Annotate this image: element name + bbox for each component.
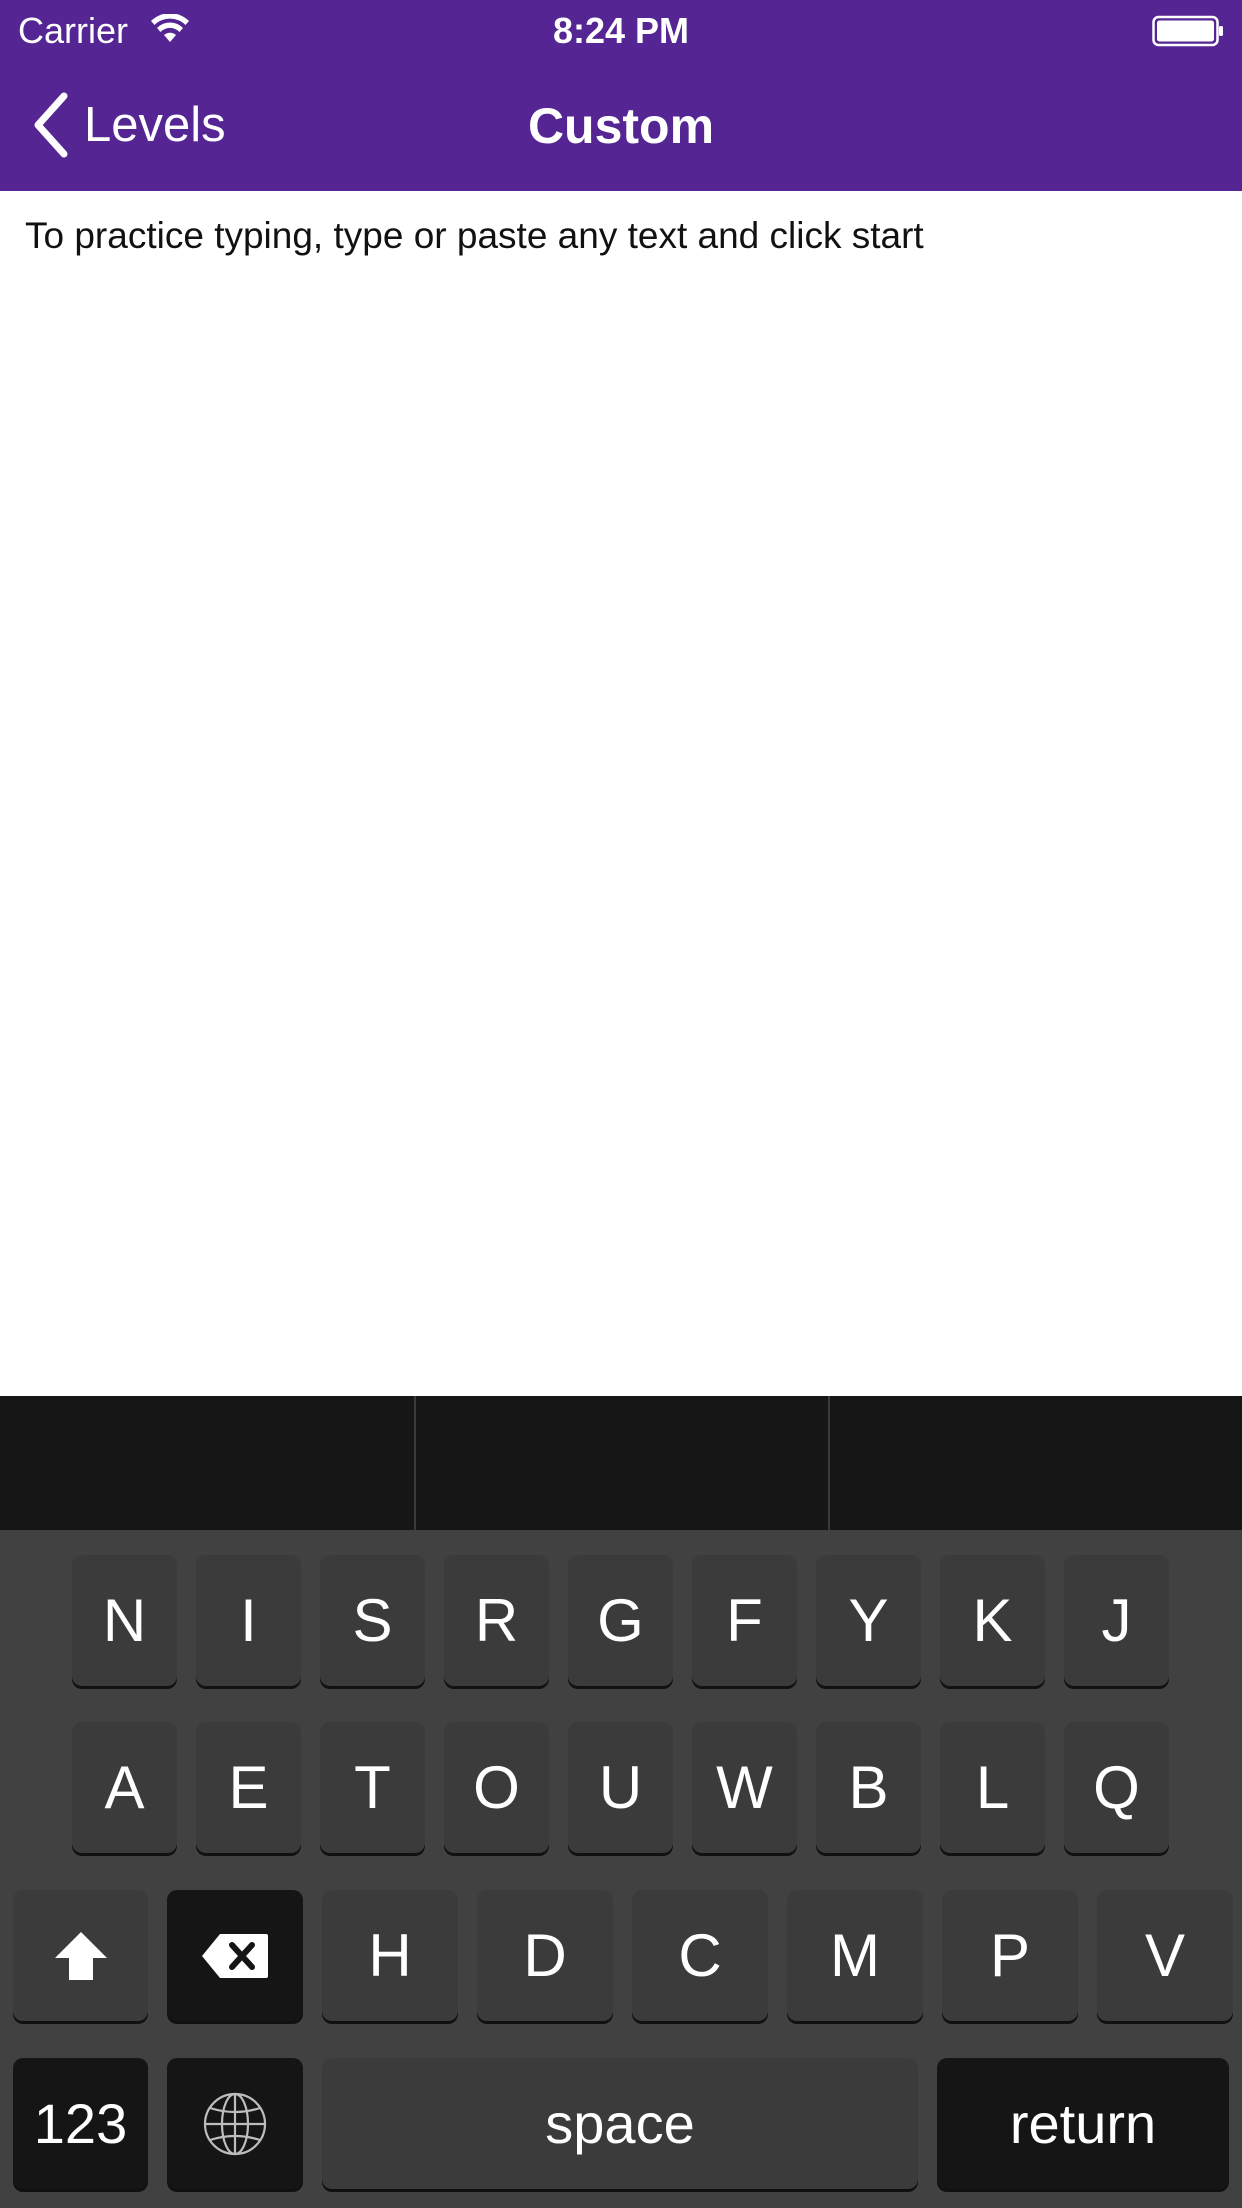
key-y[interactable]: Y xyxy=(816,1555,921,1686)
keyboard: N I S R G F Y K J A E T O U W B L Q H D … xyxy=(0,1396,1242,2208)
key-f[interactable]: F xyxy=(692,1555,797,1686)
key-m[interactable]: M xyxy=(787,1890,923,2021)
key-h[interactable]: H xyxy=(322,1890,458,2021)
key-s[interactable]: S xyxy=(320,1555,425,1686)
suggestion-bar xyxy=(0,1396,1242,1530)
key-v[interactable]: V xyxy=(1097,1890,1233,2021)
globe-key[interactable] xyxy=(167,2058,303,2189)
key-t[interactable]: T xyxy=(320,1722,425,1853)
suggestion-divider xyxy=(828,1396,830,1530)
key-n[interactable]: N xyxy=(72,1555,177,1686)
status-bar: Carrier 8:24 PM xyxy=(0,0,1242,60)
backspace-key[interactable] xyxy=(167,1890,303,2021)
status-time: 8:24 PM xyxy=(552,10,690,51)
key-o[interactable]: O xyxy=(444,1722,549,1853)
battery-icon xyxy=(1152,15,1223,47)
backspace-icon xyxy=(202,1933,268,1978)
globe-icon xyxy=(203,2092,267,2155)
nav-bar: Levels Custom xyxy=(0,60,1242,191)
instruction-text: To practice typing, type or paste any te… xyxy=(25,215,924,256)
key-a[interactable]: A xyxy=(72,1722,177,1853)
key-q[interactable]: Q xyxy=(1064,1722,1169,1853)
key-d[interactable]: D xyxy=(477,1890,613,2021)
key-p[interactable]: P xyxy=(942,1890,1078,2021)
key-j[interactable]: J xyxy=(1064,1555,1169,1686)
key-w[interactable]: W xyxy=(692,1722,797,1853)
key-b[interactable]: B xyxy=(816,1722,921,1853)
page-title: Custom xyxy=(527,98,715,154)
key-e[interactable]: E xyxy=(196,1722,301,1853)
key-i[interactable]: I xyxy=(196,1555,301,1686)
key-c[interactable]: C xyxy=(632,1890,768,2021)
key-l[interactable]: L xyxy=(940,1722,1045,1853)
return-key[interactable]: return xyxy=(937,2058,1229,2189)
space-key[interactable]: space xyxy=(322,2058,918,2189)
key-r[interactable]: R xyxy=(444,1555,549,1686)
header: Carrier 8:24 PM Levels Custom xyxy=(0,0,1242,191)
text-input-area[interactable]: To practice typing, type or paste any te… xyxy=(0,191,1242,1396)
key-g[interactable]: G xyxy=(568,1555,673,1686)
app-root: Carrier 8:24 PM Levels Custom To practic… xyxy=(0,0,1242,2208)
suggestion-divider xyxy=(414,1396,416,1530)
shift-icon xyxy=(54,1931,107,1980)
key-k[interactable]: K xyxy=(940,1555,1045,1686)
numbers-key[interactable]: 123 xyxy=(13,2058,148,2189)
key-u[interactable]: U xyxy=(568,1722,673,1853)
shift-key[interactable] xyxy=(13,1890,148,2021)
